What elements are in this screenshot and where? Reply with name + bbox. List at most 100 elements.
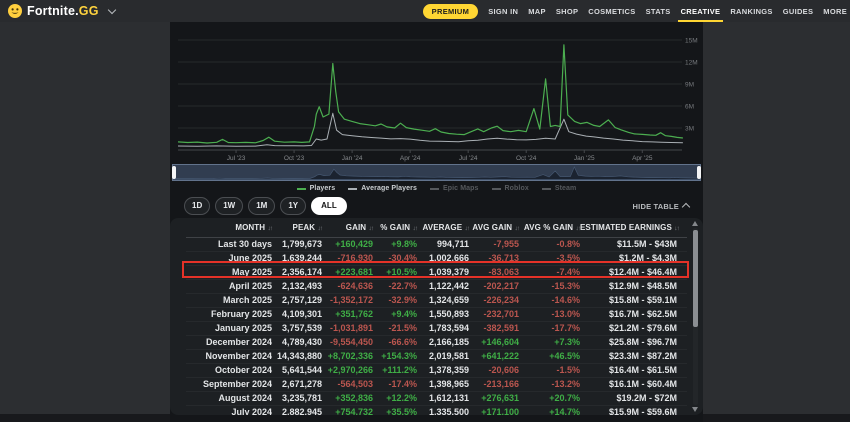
cell-gain: -624,636 <box>322 280 373 293</box>
range-button-1d[interactable]: 1D <box>184 197 210 215</box>
legend-item-steam[interactable]: Steam <box>542 185 577 192</box>
cell-peak: 1,799,673 <box>272 238 322 251</box>
hide-table-toggle[interactable]: HIDE TABLE <box>633 202 689 211</box>
legend-dash-icon <box>542 188 551 190</box>
cell-month: Last 30 days <box>186 238 272 251</box>
cell-peak: 3,235,781 <box>272 392 322 405</box>
cell-estimated-earnings: $23.3M - $87.2M <box>580 350 677 363</box>
table-body: Last 30 days1,799,673+160,429+9.8%994,71… <box>186 238 687 415</box>
cell-peak: 2,132,493 <box>272 280 322 293</box>
cell-avg-gain: +641,222 <box>469 350 519 363</box>
table-scrollbar <box>692 220 699 413</box>
cell-avg-gain: -13.2% <box>519 378 580 391</box>
cell--gain: -22.7% <box>373 280 417 293</box>
column-header-month[interactable]: MONTH ↓↑ <box>186 223 272 232</box>
scrollbar-up-arrow[interactable] <box>692 221 698 226</box>
cell-average: 1,398,965 <box>417 378 469 391</box>
nav-item-rankings[interactable]: RANKINGS <box>730 7 772 16</box>
cell-average: 1,002,666 <box>417 252 469 265</box>
cell-avg-gain: +46.5% <box>519 350 580 363</box>
column-header-peak[interactable]: PEAK ↓↑ <box>272 223 322 232</box>
cell-avg-gain: +7.3% <box>519 336 580 349</box>
cell--gain: -30.4% <box>373 252 417 265</box>
legend-item-roblox[interactable]: Roblox <box>492 185 529 192</box>
main-navigation: PREMIUM SIGN IN MAP SHOP COSMETICS STATS CREA… <box>423 4 850 19</box>
cell-gain: -1,352,172 <box>322 294 373 307</box>
nav-item-sign-in[interactable]: SIGN IN <box>488 7 518 16</box>
cell-avg-gain: +146,604 <box>469 336 519 349</box>
cell-average: 1,324,659 <box>417 294 469 307</box>
nav-item-stats[interactable]: STATS <box>646 7 671 16</box>
content-column: 3M6M9M12M15MJul '23Oct '23Jan '24Apr '24… <box>170 22 703 422</box>
cell-avg-gain: -13.0% <box>519 308 580 321</box>
legend-item-average-players[interactable]: Average Players <box>348 185 417 192</box>
table-row-march-2025: March 20252,757,129-1,352,172-32.9%1,324… <box>186 294 687 308</box>
legend-item-epic-maps[interactable]: Epic Maps <box>430 185 479 192</box>
cell-peak: 1,639,244 <box>272 252 322 265</box>
cell--gain: +10.5% <box>373 266 417 279</box>
cell--gain: -21.5% <box>373 322 417 335</box>
chart-range-navigator[interactable] <box>172 164 701 181</box>
hide-table-label: HIDE TABLE <box>633 202 679 211</box>
legend-dash-icon <box>348 188 357 190</box>
nav-item-shop[interactable]: SHOP <box>556 7 578 16</box>
range-button-1m[interactable]: 1M <box>248 197 275 215</box>
cell-estimated-earnings: $11.5M - $43M <box>580 238 677 251</box>
range-button-1w[interactable]: 1W <box>215 197 243 215</box>
stats-table-card: MONTH ↓↑PEAK ↓↑GAIN ↓↑% GAIN ↓↑AVERAGE ↓… <box>170 218 703 415</box>
cell-month: April 2025 <box>186 280 272 293</box>
legend-dash-icon <box>492 188 501 190</box>
column-header-average[interactable]: AVERAGE ↓↑ <box>417 223 469 232</box>
scrollbar-down-arrow[interactable] <box>692 407 698 412</box>
cell-gain: -9,554,450 <box>322 336 373 349</box>
legend-item-players[interactable]: Players <box>297 185 336 192</box>
nav-item-guides[interactable]: GUIDES <box>783 7 814 16</box>
svg-text:9M: 9M <box>685 82 694 89</box>
cell-estimated-earnings: $19.2M - $72M <box>580 392 677 405</box>
navigator-right-handle[interactable] <box>697 166 701 179</box>
cell-peak: 2,882,945 <box>272 406 322 415</box>
cell-avg-gain: -202,217 <box>469 280 519 293</box>
player-count-chart[interactable]: 3M6M9M12M15MJul '23Oct '23Jan '24Apr '24… <box>170 22 703 162</box>
nav-item-more[interactable]: MORE <box>823 7 847 16</box>
range-button-all[interactable]: ALL <box>311 197 347 215</box>
premium-button[interactable]: PREMIUM <box>423 4 479 19</box>
cell-avg-gain: -17.7% <box>519 322 580 335</box>
nav-item-cosmetics[interactable]: COSMETICS <box>588 7 635 16</box>
cell-peak: 2,757,129 <box>272 294 322 307</box>
cell-avg-gain: +276,631 <box>469 392 519 405</box>
cell-avg-gain: -36,713 <box>469 252 519 265</box>
svg-text:Oct '23: Oct '23 <box>284 155 305 162</box>
column-header-gain[interactable]: GAIN ↓↑ <box>322 223 373 232</box>
cell--gain: +12.2% <box>373 392 417 405</box>
scrollbar-thumb[interactable] <box>693 230 698 327</box>
svg-text:6M: 6M <box>685 104 694 111</box>
cell-average: 1,378,359 <box>417 364 469 377</box>
site-logo[interactable]: Fortnite.GG <box>0 4 115 18</box>
chart-legend: Players Average Players Epic Maps Roblox Ste… <box>170 183 703 194</box>
range-button-1y[interactable]: 1Y <box>280 197 306 215</box>
cell-estimated-earnings: $21.2M - $79.6M <box>580 322 677 335</box>
column-header--gain[interactable]: % GAIN ↓↑ <box>373 223 417 232</box>
cell-avg-gain: +171,100 <box>469 406 519 415</box>
nav-item-map[interactable]: MAP <box>528 7 546 16</box>
site-title: Fortnite.GG <box>27 4 99 18</box>
cell-month: June 2025 <box>186 252 272 265</box>
table-row-last-30-days: Last 30 days1,799,673+160,429+9.8%994,71… <box>186 238 687 252</box>
cell--gain: +9.4% <box>373 308 417 321</box>
column-header-avg-gain[interactable]: AVG % GAIN ↓↑ <box>519 223 580 232</box>
cell-avg-gain: -7,955 <box>469 238 519 251</box>
chart-controls-row: 1D 1W 1M 1Y ALL HIDE TABLE <box>170 197 703 215</box>
nav-item-creative[interactable]: CREATIVE <box>681 7 721 16</box>
cell-peak: 4,789,430 <box>272 336 322 349</box>
column-header-avg-gain[interactable]: AVG GAIN ↓↑ <box>469 223 519 232</box>
svg-text:15M: 15M <box>685 38 698 45</box>
table-row-july-2024: July 20242,882,945+754,732+35.5%1,335,50… <box>186 406 687 415</box>
cell-estimated-earnings: $12.4M - $46.4M <box>580 266 677 279</box>
navigator-left-handle[interactable] <box>172 166 176 179</box>
cell-avg-gain: -213,166 <box>469 378 519 391</box>
column-header-estimated-earnings[interactable]: ESTIMATED EARNINGS ↓↑ <box>580 223 677 232</box>
table-row-may-2025: May 20252,356,174+223,681+10.5%1,039,379… <box>186 266 687 280</box>
cell-gain: +351,762 <box>322 308 373 321</box>
cell-avg-gain: -226,234 <box>469 294 519 307</box>
